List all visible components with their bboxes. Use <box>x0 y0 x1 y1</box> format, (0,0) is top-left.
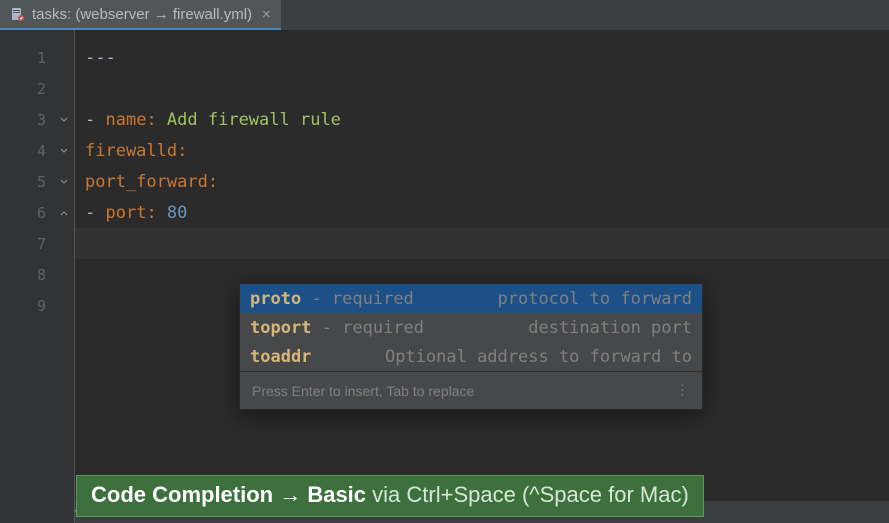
completion-item-name: proto <box>250 289 301 309</box>
completion-item[interactable]: toport - required destination port <box>240 313 702 342</box>
tab-title: tasks: (webserver → firewall.yml) <box>32 6 252 23</box>
line-number: 7 <box>0 228 74 259</box>
fold-marker-icon[interactable] <box>58 114 70 126</box>
tab-bar: tasks: (webserver → firewall.yml) × <box>0 0 889 30</box>
line-number: 5 <box>0 166 74 197</box>
completion-item-name: toaddr <box>250 347 311 367</box>
completion-item-required: - required <box>311 289 413 309</box>
code-line: - name: Add firewall rule <box>75 104 889 135</box>
line-number: 2 <box>0 73 74 104</box>
completion-item[interactable]: toaddr Optional address to forward to <box>240 342 702 371</box>
fold-marker-icon[interactable] <box>58 207 70 219</box>
code-line: firewalld: <box>75 135 889 166</box>
completion-popup: proto - required protocol to forward topor… <box>239 283 703 410</box>
completion-item-description: Optional address to forward to <box>385 347 692 367</box>
line-number: 4 <box>0 135 74 166</box>
line-number: 6 <box>0 197 74 228</box>
completion-item[interactable]: proto - required protocol to forward <box>240 284 702 313</box>
code-line: port_forward: <box>75 166 889 197</box>
tip-banner: Code Completion → Basic via Ctrl+Space (… <box>76 475 704 517</box>
code-line: - port: 80 <box>75 197 889 228</box>
fold-marker-icon[interactable] <box>58 176 70 188</box>
line-number: 8 <box>0 259 74 290</box>
close-icon[interactable]: × <box>260 6 273 23</box>
completion-item-name: toport <box>250 318 311 338</box>
line-number: 3 <box>0 104 74 135</box>
line-number: 9 <box>0 290 74 321</box>
code-editor[interactable]: --- - name: Add firewall rule firewalld:… <box>75 30 889 523</box>
more-options-icon[interactable]: ⋯ <box>674 383 691 398</box>
banner-detail: via Ctrl+Space (^Space for Mac) <box>366 482 689 507</box>
fold-marker-icon[interactable] <box>58 145 70 157</box>
editor-area: 1 2 3 4 5 6 7 8 9 --- - name: Add fi <box>0 30 889 523</box>
code-line <box>75 73 889 104</box>
completion-item-description: protocol to forward <box>498 289 692 309</box>
completion-item-description: destination port <box>528 318 692 338</box>
completion-item-required: - required <box>322 318 424 338</box>
editor-tab[interactable]: tasks: (webserver → firewall.yml) × <box>0 0 281 30</box>
line-number: 1 <box>0 42 74 73</box>
code-line-active <box>75 228 889 259</box>
yaml-file-icon <box>10 7 24 21</box>
gutter: 1 2 3 4 5 6 7 8 9 <box>0 30 75 523</box>
code-line: --- <box>75 42 889 73</box>
completion-hint: Press Enter to insert, Tab to replace ⋯ <box>240 371 702 409</box>
banner-title: Code Completion → Basic <box>91 482 366 507</box>
